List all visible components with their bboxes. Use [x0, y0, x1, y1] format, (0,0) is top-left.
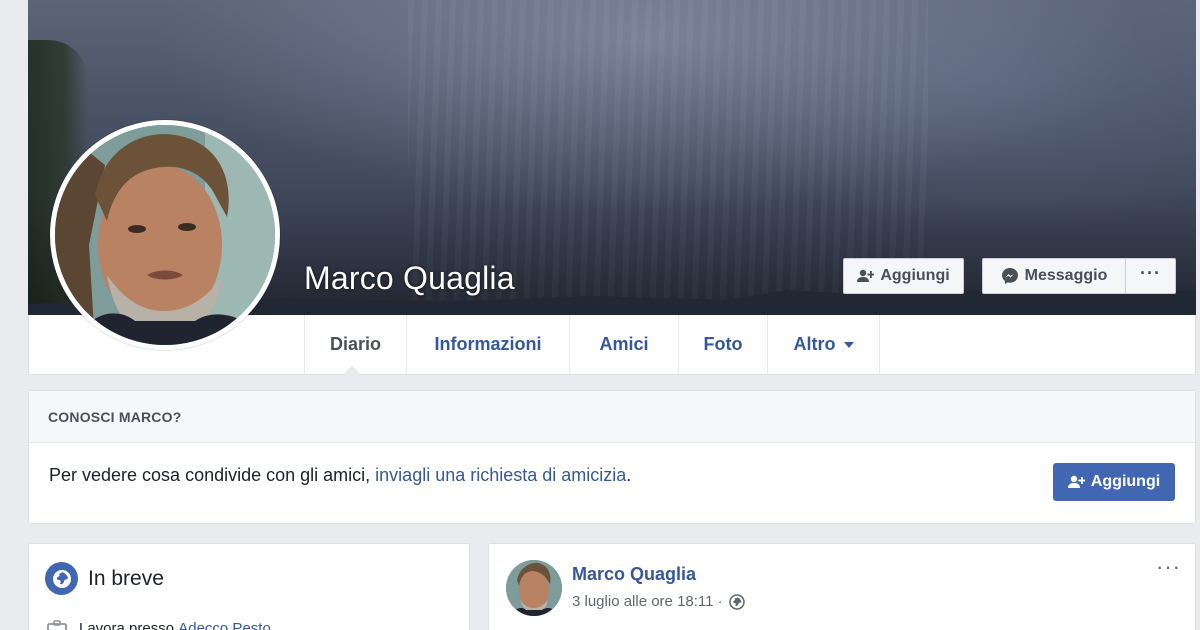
post-options-button[interactable]: ··· [1156, 556, 1181, 578]
tab-altro[interactable]: Altro [767, 315, 880, 374]
friend-request-card: CONOSCI MARCO? Per vedere cosa condivide… [28, 390, 1196, 524]
tab-altro-label: Altro [793, 334, 836, 354]
messenger-icon [1001, 267, 1019, 285]
tab-informazioni[interactable]: Informazioni [406, 315, 569, 374]
tab-amici-label: Amici [599, 334, 649, 354]
profile-name[interactable]: Marco Quaglia [304, 260, 515, 297]
chevron-down-icon [843, 341, 854, 348]
add-friend-icon [1067, 475, 1085, 489]
timeline-post: Marco Quaglia 3 luglio alle ore 18:11 · … [488, 543, 1196, 630]
intro-card: In breve Lavora presso Adecco Pesto [28, 543, 470, 630]
intro-title-label: In breve [88, 566, 164, 590]
send-friend-request-link[interactable]: inviagli una richiesta di amicizia [375, 465, 626, 485]
briefcase-icon [47, 620, 67, 630]
intro-title: In breve [45, 562, 164, 595]
post-author-avatar[interactable] [506, 560, 562, 616]
tab-diario-label: Diario [329, 334, 381, 354]
more-options-icon: ··· [1140, 263, 1161, 283]
tab-amici[interactable]: Amici [569, 315, 678, 374]
more-options-button[interactable]: ··· [1125, 258, 1176, 294]
tab-informazioni-label: Informazioni [434, 334, 542, 354]
profile-picture-image [55, 125, 275, 345]
intro-work-prefix: Lavora presso [79, 620, 175, 630]
profile-portrait [55, 125, 275, 345]
friend-request-heading: CONOSCI MARCO? [29, 391, 1195, 443]
add-friend-label: Aggiungi [880, 267, 950, 284]
tab-foto-label: Foto [703, 334, 743, 354]
profile-picture[interactable] [50, 120, 280, 350]
add-friend-icon [857, 269, 875, 283]
add-friend-button[interactable]: Aggiungi [843, 258, 964, 294]
globe-icon [45, 562, 78, 595]
post-meta: 3 luglio alle ore 18:11 · [572, 593, 745, 610]
tab-foto[interactable]: Foto [678, 315, 767, 374]
friend-request-text: Per vedere cosa condivide con gli amici,… [49, 465, 631, 486]
post-author-name[interactable]: Marco Quaglia [572, 564, 696, 585]
intro-work-row: Lavora presso Adecco Pesto [47, 620, 271, 630]
friend-request-text-after: . [626, 465, 632, 485]
globe-icon [728, 593, 745, 610]
friend-request-text-before: Per vedere cosa condivide con gli amici, [49, 465, 376, 485]
add-friend-primary-button[interactable]: Aggiungi [1053, 463, 1175, 501]
message-button[interactable]: Messaggio [982, 258, 1126, 294]
add-friend-primary-label: Aggiungi [1090, 473, 1161, 490]
post-date[interactable]: 3 luglio alle ore 18:11 · [572, 593, 723, 610]
message-label: Messaggio [1024, 267, 1108, 284]
intro-work-link[interactable]: Adecco Pesto [178, 620, 271, 630]
active-tab-indicator [343, 366, 361, 375]
